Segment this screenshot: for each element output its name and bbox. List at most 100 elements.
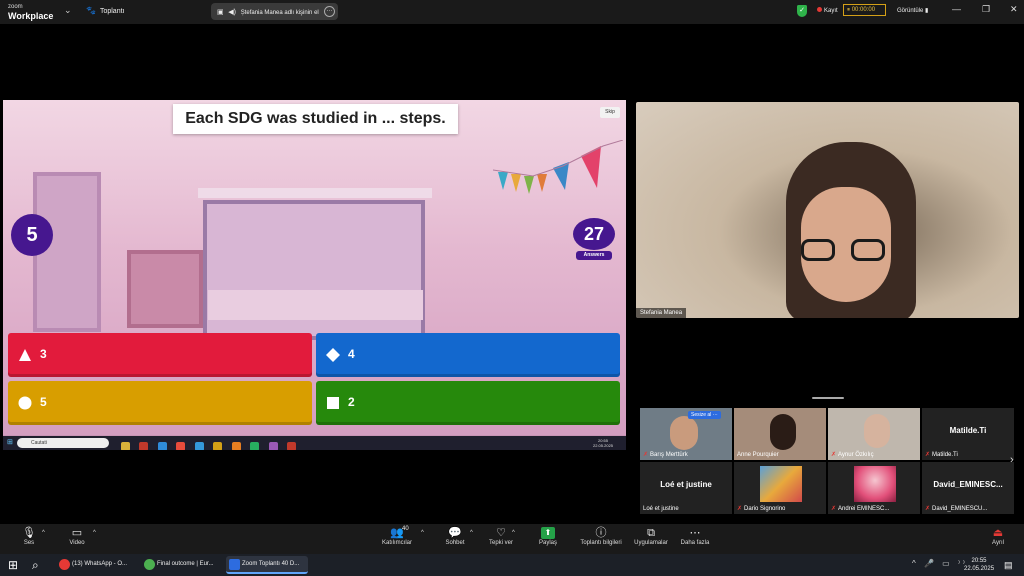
muted-mic-icon: ✗ <box>643 452 649 458</box>
participant-name: ✗ Matilde.Ti <box>925 451 958 458</box>
answer-option-circle[interactable]: 5 <box>8 381 312 425</box>
participant-name: Loé et justine <box>643 506 679 512</box>
taskbar-app-label: (13) WhatsApp - O... <box>72 561 128 567</box>
quiz-question: Each SDG was studied in ... steps. <box>173 104 458 134</box>
board-rail <box>198 188 432 198</box>
taskbar-app-zoom[interactable]: Zoom Toplantı 40 D... <box>226 556 308 574</box>
chat-button[interactable]: 💬 Sohbet <box>442 526 468 546</box>
video-label: Video <box>69 540 85 546</box>
taskbar-app-label: Zoom Toplantı 40 D... <box>242 561 300 567</box>
meeting-toolbar: 🎙 Ses ^ ▭ Video ^ 👥 40 Katılımcılar ^ 💬 … <box>0 524 1024 554</box>
app-icon <box>231 442 241 450</box>
layout-icon: ▮ <box>925 8 929 14</box>
participant-tile[interactable]: ✗ Andrei EMINESC... <box>828 462 920 514</box>
answer-option-square[interactable]: 2 <box>316 381 620 425</box>
participant-tile[interactable]: ✗ Aynur Özkılıç <box>828 408 920 460</box>
chevron-up-icon[interactable]: ^ <box>421 530 424 536</box>
more-button[interactable]: ⋯ Daha fazla <box>678 526 712 546</box>
speaker-name-label: Stefania Manea <box>636 308 687 318</box>
unmute-request-button[interactable]: Sesize al ··· <box>688 411 721 419</box>
answer-label: 4 <box>348 347 355 361</box>
participant-name-text: Barış Merttürk <box>650 452 688 458</box>
participant-name-text: Dario Signorino <box>744 506 786 512</box>
diamond-icon <box>326 348 340 362</box>
chevron-up-icon[interactable]: ^ <box>93 530 96 536</box>
skip-button[interactable]: Skip <box>600 107 620 118</box>
recording-indicator[interactable]: Kayıt <box>817 7 838 14</box>
mute-button[interactable]: 🎙 Ses <box>18 526 40 546</box>
answer-option-diamond[interactable]: 4 <box>316 333 620 377</box>
shared-clock: 20:55 22.05.2025 <box>593 438 613 448</box>
more-options-icon[interactable]: ··· <box>324 6 335 17</box>
pause-icon: ⏸ <box>847 7 851 13</box>
participant-name-text: Andrei EMINESC... <box>838 506 890 512</box>
participant-tile[interactable]: ✗ Dario Signorino <box>734 462 826 514</box>
windows-taskbar: ⊞ ⌕ (13) WhatsApp - O... Final outcome |… <box>0 554 1024 576</box>
participant-name: ✗ Dario Signorino <box>737 505 785 512</box>
windows-start-icon: ⊞ <box>7 439 13 446</box>
glasses-left <box>801 239 835 261</box>
participant-name-text: Anne Pourquier <box>737 452 779 458</box>
video-camera-icon: ▭ <box>71 527 83 539</box>
notification-icon[interactable]: ▤ <box>1004 560 1013 571</box>
participant-tile[interactable]: Loé et justine Loé et justine <box>640 462 732 514</box>
paw-icon: 🐾 <box>86 6 96 15</box>
participant-center-name: David_EMINESC... <box>933 480 1003 489</box>
participant-tile[interactable]: David_EMINESC... ✗ David_EMINESCU... <box>922 462 1014 514</box>
meeting-info-button[interactable]: ⓘ Toplantı bilgileri <box>576 526 626 546</box>
participants-count: 40 <box>402 526 409 532</box>
leave-button[interactable]: ⏏ Ayrıl <box>988 526 1008 546</box>
answer-label: 2 <box>348 395 355 409</box>
active-speaker-video[interactable]: Stefania Manea <box>636 102 1019 318</box>
restore-icon[interactable]: ❐ <box>982 4 990 15</box>
record-dot-icon <box>817 7 822 12</box>
participant-name: ✗ Barış Merttürk <box>643 451 688 458</box>
apps-label: Uygulamalar <box>634 540 668 546</box>
share-screen-button[interactable]: ⬆ Paylaş <box>536 526 560 546</box>
participant-tile[interactable]: Sesize al ··· ✗ Barış Merttürk <box>640 408 732 460</box>
meeting-tab[interactable]: 🐾 Toplantı <box>86 6 125 15</box>
resize-handle[interactable] <box>812 397 844 399</box>
zoom-workplace-logo[interactable]: zoom Workplace <box>8 3 53 21</box>
view-button[interactable]: Görüntüle ▮ <box>897 7 928 14</box>
participants-label: Katılımcılar <box>381 540 412 546</box>
participant-tile[interactable]: Matilde.Ti ✗ Matilde.Ti <box>922 408 1014 460</box>
answer-option-triangle[interactable]: 3 <box>8 333 312 377</box>
minimize-icon[interactable]: — <box>952 4 961 14</box>
search-icon[interactable]: ⌕ <box>32 558 39 573</box>
taskbar-app-chrome[interactable]: Final outcome | Eur... <box>141 556 223 574</box>
apps-icon: ⧉ <box>647 527 655 539</box>
react-label: Tepki ver <box>488 540 513 546</box>
speaking-indicator[interactable]: ▣ ◀) Ștefania Manea adlı kişinin el ··· <box>211 3 338 20</box>
chevron-down-icon[interactable]: ⌄ <box>64 5 72 16</box>
taskbar-clock[interactable]: 20:55 22.05.2025 <box>964 557 994 573</box>
taskbar-app-whatsapp[interactable]: (13) WhatsApp - O... <box>56 556 138 574</box>
windows-start-icon[interactable]: ⊞ <box>8 558 18 572</box>
chevron-up-icon[interactable]: ^ <box>512 530 515 536</box>
close-icon[interactable]: ✕ <box>1010 4 1018 15</box>
recording-label: Kayıt <box>824 8 838 14</box>
security-shield-icon[interactable]: ✓ <box>797 5 807 17</box>
app-icon <box>157 442 167 450</box>
mute-label: Ses <box>23 540 35 546</box>
app-icon <box>194 442 204 450</box>
participants-button[interactable]: 👥 40 Katılımcılar <box>378 526 416 546</box>
chevron-up-icon[interactable]: ^ <box>470 530 473 536</box>
meeting-timer: ⏸ 00:00:00 <box>843 4 886 16</box>
logo-small-text: zoom <box>8 4 23 10</box>
participant-center-name: Loé et justine <box>660 480 712 489</box>
chevron-up-icon[interactable]: ^ <box>42 530 45 536</box>
apps-button[interactable]: ⧉ Uygulamalar <box>632 526 670 546</box>
muted-mic-icon: ✗ <box>831 506 837 512</box>
participant-center-name: Matilde.Ti <box>949 426 987 435</box>
app-icon <box>213 442 223 450</box>
taskbar-app-label: Final outcome | Eur... <box>157 561 214 567</box>
video-button[interactable]: ▭ Video <box>64 526 90 546</box>
participant-tile[interactable]: Anne Pourquier <box>734 408 826 460</box>
chevron-right-icon[interactable]: › <box>1010 454 1014 466</box>
info-label: Toplantı bilgileri <box>580 540 622 546</box>
system-tray[interactable]: ^ 🎤 ▭ ⁾⁾ <box>912 559 968 568</box>
react-button[interactable]: ♡ Tepki ver <box>486 526 516 546</box>
participant-name-text: Aynur Özkılıç <box>838 452 874 458</box>
participant-name: ✗ Andrei EMINESC... <box>831 505 889 512</box>
